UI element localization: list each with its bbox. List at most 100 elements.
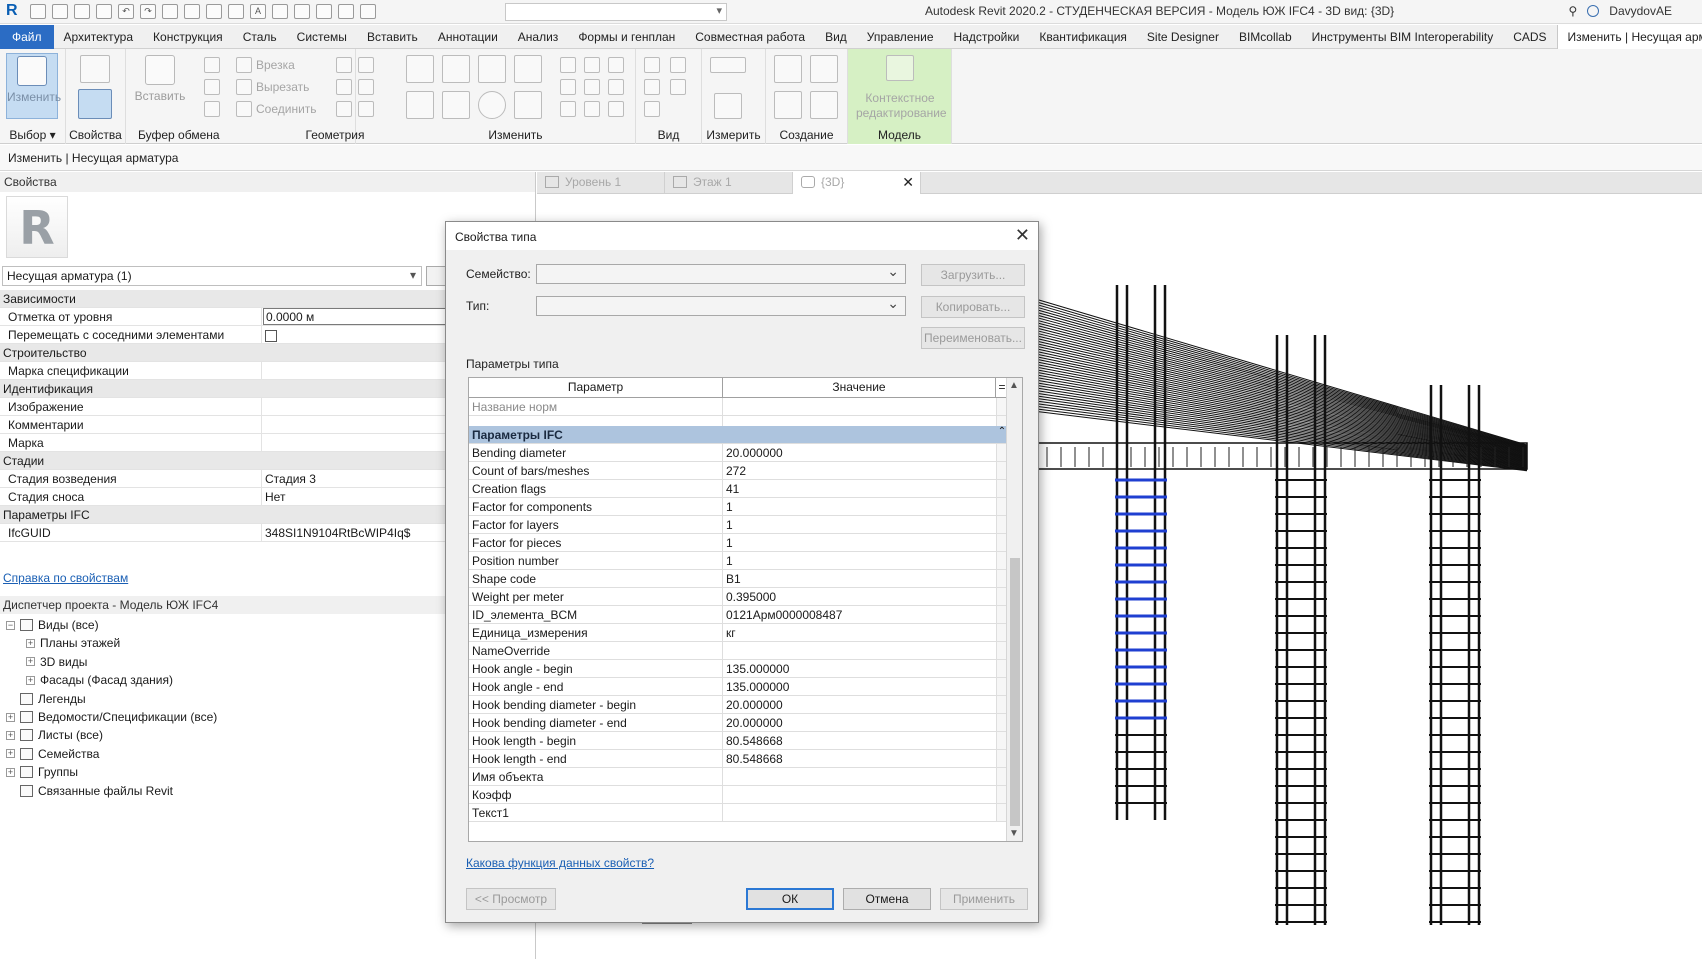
- parameter-value[interactable]: 20.000000: [723, 714, 996, 731]
- tag-icon[interactable]: [228, 4, 244, 19]
- expand-toggle-icon[interactable]: +: [26, 657, 35, 667]
- expand-toggle-icon[interactable]: +: [26, 638, 35, 648]
- browser-item[interactable]: +3D виды: [26, 655, 87, 669]
- scroll-up-icon[interactable]: ▲: [1009, 380, 1019, 391]
- parameter-row[interactable]: [469, 416, 1008, 426]
- unpin-icon[interactable]: [608, 57, 624, 73]
- parameter-row[interactable]: Название норм: [469, 398, 1008, 416]
- group-select-label[interactable]: Выбор ▾: [0, 128, 65, 142]
- cancel-button[interactable]: Отмена: [843, 888, 931, 910]
- tab-cads[interactable]: CADS: [1503, 25, 1556, 49]
- tab-site-designer[interactable]: Site Designer: [1137, 25, 1229, 49]
- offset-icon[interactable]: [442, 55, 470, 83]
- close-view-icon[interactable]: ✕: [902, 174, 914, 191]
- dimension-icon[interactable]: [206, 4, 222, 19]
- geometry-icon-2[interactable]: [358, 57, 374, 73]
- paint-icon[interactable]: [644, 101, 660, 117]
- parameter-value[interactable]: [723, 786, 996, 803]
- tab-view-floor1[interactable]: Этаж 1: [665, 172, 793, 194]
- parameter-row[interactable]: Hook angle - end 135.000000: [469, 678, 1008, 696]
- sync-icon[interactable]: [96, 4, 112, 19]
- dimension-tool-icon[interactable]: [714, 93, 742, 119]
- tab-analyze[interactable]: Анализ: [508, 25, 569, 49]
- type-properties-icon[interactable]: [80, 55, 110, 83]
- browser-item[interactable]: + Ведомости/Спецификации (все): [6, 710, 217, 724]
- properties-help-link[interactable]: Справка по свойствам: [3, 571, 128, 585]
- copy-element-icon[interactable]: [442, 91, 470, 119]
- tab-view[interactable]: Вид: [815, 25, 857, 49]
- copy-button[interactable]: Копировать...: [921, 296, 1025, 318]
- tab-collaborate[interactable]: Совместная работа: [685, 25, 815, 49]
- create-similar-icon[interactable]: [810, 91, 838, 119]
- parameter-value[interactable]: 80.548668: [723, 750, 996, 767]
- parameter-value[interactable]: 0.395000: [723, 588, 996, 605]
- parameter-row[interactable]: Hook bending diameter - end 20.000000: [469, 714, 1008, 732]
- parameter-value[interactable]: 20.000000: [723, 444, 996, 461]
- type-selector[interactable]: Несущая арматура (1): [2, 266, 422, 286]
- checkbox[interactable]: [265, 330, 277, 342]
- dialog-help-link[interactable]: Какова функция данных свойств?: [466, 856, 654, 870]
- linework-icon[interactable]: [644, 79, 660, 95]
- tab-structure[interactable]: Конструкция: [143, 25, 233, 49]
- paste-button[interactable]: Вставить: [134, 53, 186, 119]
- scroll-thumb[interactable]: [1010, 558, 1020, 826]
- parameter-value[interactable]: [723, 398, 996, 415]
- column-parameter[interactable]: Параметр: [469, 378, 723, 397]
- tab-quantification[interactable]: Квантификация: [1029, 25, 1137, 49]
- browser-item[interactable]: + Группы: [6, 765, 78, 779]
- align-icon[interactable]: [406, 55, 434, 83]
- parameter-value[interactable]: 1: [723, 516, 996, 533]
- browser-item[interactable]: Легенды: [6, 692, 86, 706]
- expand-toggle-icon[interactable]: −: [6, 620, 15, 630]
- match-type-icon[interactable]: [204, 101, 220, 117]
- text-icon[interactable]: A: [250, 4, 266, 19]
- tab-massing[interactable]: Формы и генплан: [568, 25, 685, 49]
- column-value[interactable]: Значение: [723, 378, 996, 397]
- parameter-value[interactable]: 1: [723, 552, 996, 569]
- tab-annotate[interactable]: Аннотации: [428, 25, 508, 49]
- split-gap-icon[interactable]: [584, 57, 600, 73]
- properties-icon[interactable]: [78, 89, 112, 119]
- tab-steel[interactable]: Сталь: [233, 25, 287, 49]
- hide-icon[interactable]: [644, 57, 660, 73]
- measure-icon[interactable]: [184, 4, 200, 19]
- parameter-row[interactable]: Коэфф: [469, 786, 1008, 804]
- section-icon[interactable]: [294, 4, 310, 19]
- print-icon[interactable]: [162, 4, 178, 19]
- parameter-value[interactable]: 135.000000: [723, 678, 996, 695]
- expand-toggle-icon[interactable]: +: [26, 675, 35, 685]
- edit-type-button[interactable]: [426, 266, 446, 286]
- context-edit-label-2[interactable]: редактирование: [856, 106, 947, 120]
- parameter-value[interactable]: 80.548668: [723, 732, 996, 749]
- parameter-row[interactable]: Hook length - end 80.548668: [469, 750, 1008, 768]
- rename-button[interactable]: Переименовать...: [921, 327, 1025, 349]
- browser-item[interactable]: − Виды (все): [6, 618, 99, 632]
- binoculars-icon[interactable]: ⚲: [1569, 4, 1578, 18]
- create-assembly-icon[interactable]: [774, 55, 802, 83]
- browser-item[interactable]: + Планы этажей: [26, 636, 120, 650]
- parameter-row[interactable]: Shape code B1: [469, 570, 1008, 588]
- tab-view-3d[interactable]: {3D} ✕: [793, 172, 921, 194]
- expand-toggle-icon[interactable]: +: [6, 712, 15, 722]
- 3d-view-icon[interactable]: [272, 4, 288, 19]
- user-icon[interactable]: [1587, 5, 1600, 17]
- parameter-row[interactable]: Weight per meter 0.395000: [469, 588, 1008, 606]
- tab-addins[interactable]: Надстройки: [944, 25, 1030, 49]
- edit-in-place-icon[interactable]: [886, 55, 914, 81]
- browser-item[interactable]: + Листы (все): [6, 728, 103, 742]
- context-edit-label-1[interactable]: Контекстное: [856, 91, 944, 105]
- redo-icon[interactable]: ↷: [140, 4, 156, 19]
- expand-toggle-icon[interactable]: +: [6, 749, 15, 759]
- geometry-icon-6[interactable]: [358, 101, 374, 117]
- override-icon[interactable]: [670, 57, 686, 73]
- tab-manage[interactable]: Управление: [857, 25, 944, 49]
- mirror-draw-icon[interactable]: [514, 55, 542, 83]
- parameter-row[interactable]: Текст1: [469, 804, 1008, 822]
- browser-item[interactable]: + Фасады (Фасад здания): [26, 673, 173, 687]
- apply-button[interactable]: Применить: [940, 888, 1028, 910]
- extend-icon[interactable]: [584, 101, 600, 117]
- ok-button[interactable]: ОК: [746, 888, 834, 910]
- tab-modify-rebar[interactable]: Изменить | Несущая армату: [1556, 24, 1702, 49]
- expand-toggle-icon[interactable]: +: [6, 730, 15, 740]
- view-options-icon[interactable]: [670, 79, 686, 95]
